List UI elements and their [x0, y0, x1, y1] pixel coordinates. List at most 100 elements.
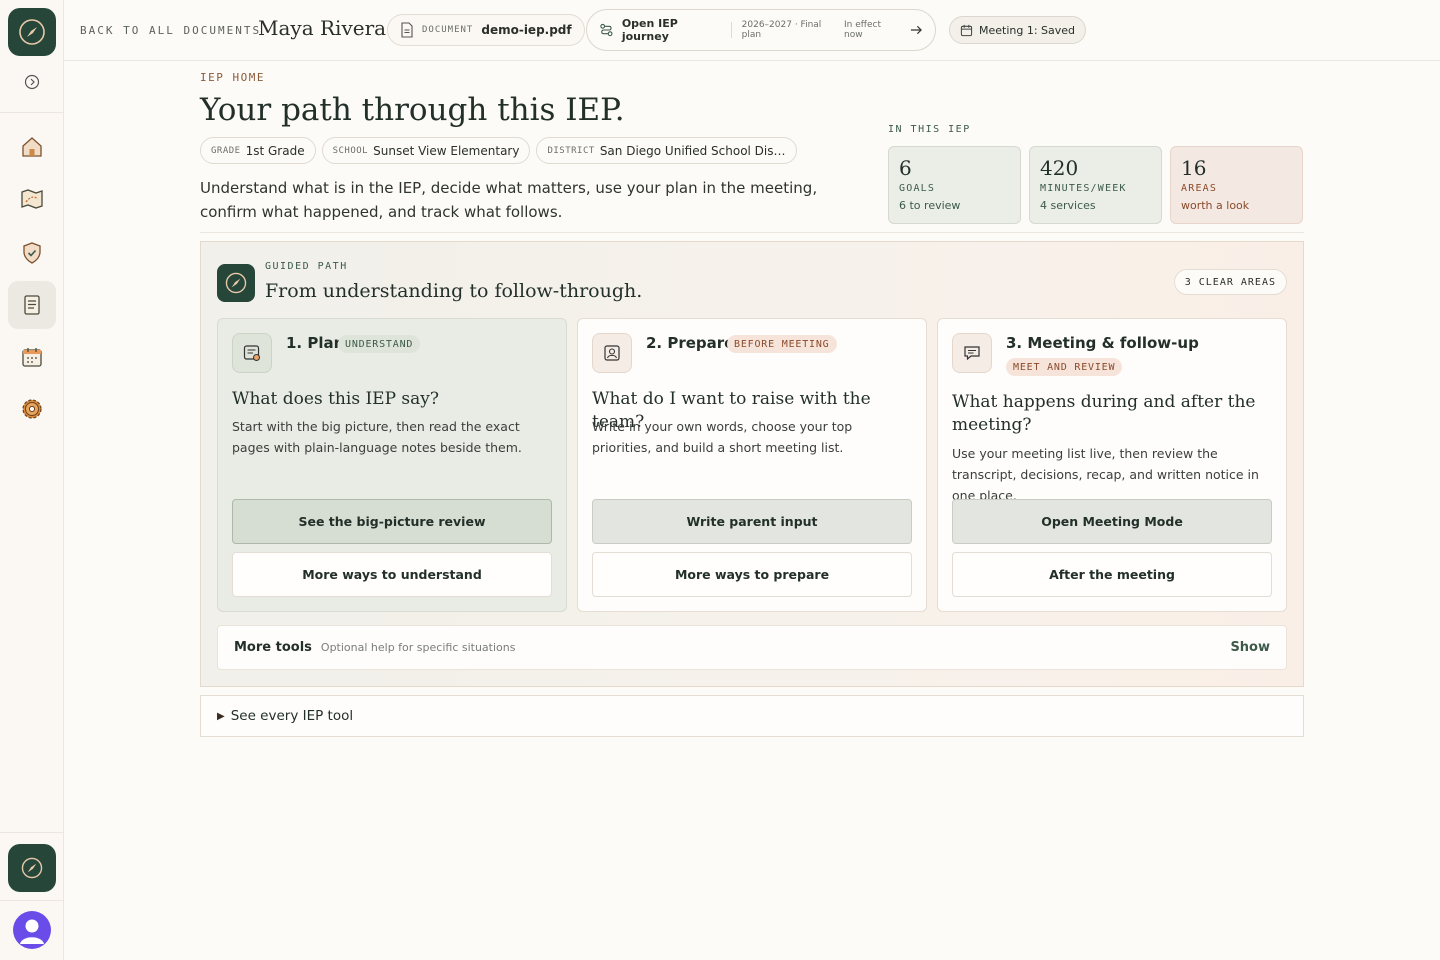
see-every-iep-tool-toggle[interactable]: ▶ See every IEP tool — [200, 695, 1304, 737]
arrow-right-icon — [910, 25, 923, 35]
more-ways-understand-button[interactable]: More ways to understand — [232, 552, 552, 597]
top-bar: BACK TO ALL DOCUMENTS Maya Rivera DOCUME… — [64, 0, 1440, 61]
stat-label: MINUTES/WEEK — [1040, 183, 1127, 194]
rail-divider — [0, 900, 64, 901]
document-key: DOCUMENT — [422, 25, 474, 35]
chip-school: SCHOOL Sunset View Elementary — [321, 137, 531, 164]
guided-eyebrow: GUIDED PATH — [265, 261, 348, 272]
step-title: 1. Plan — [286, 334, 345, 352]
nav-map[interactable] — [8, 175, 56, 223]
avatar[interactable] — [13, 911, 51, 949]
expand-sidebar-icon[interactable] — [24, 74, 40, 90]
step-title: 3. Meeting & follow-up — [1006, 334, 1199, 352]
step-description: Use your meeting list live, then review … — [952, 446, 1259, 503]
page-title: Your path through this IEP. — [200, 92, 625, 128]
stat-number: 16 — [1181, 156, 1207, 180]
document-pill[interactable]: DOCUMENT demo-iep.pdf — [387, 14, 585, 46]
open-iep-journey-button[interactable]: Open IEP journey 2026–2027 · Final plan … — [586, 9, 936, 51]
meeting-icon-box — [952, 333, 992, 373]
compass-logo-button[interactable] — [8, 8, 56, 56]
step-question: What does this IEP say? — [232, 389, 439, 409]
guided-path-panel: GUIDED PATH From understanding to follow… — [200, 241, 1304, 687]
nav-calendar[interactable] — [8, 333, 56, 381]
header-divider — [200, 232, 1304, 233]
chip-key: SCHOOL — [332, 145, 369, 156]
stat-number: 420 — [1040, 156, 1079, 180]
plan-icon-box — [232, 333, 272, 373]
left-rail — [0, 0, 64, 960]
page-eyebrow: IEP HOME — [200, 71, 265, 84]
intro-text: Understand what is in the IEP, decide wh… — [200, 179, 818, 221]
big-picture-review-button[interactable]: See the big-picture review — [232, 499, 552, 544]
compass-icon — [19, 19, 45, 45]
nav-shield[interactable] — [8, 229, 56, 277]
compass-icon — [21, 857, 43, 879]
chat-bubble-icon — [964, 346, 980, 361]
step-description: Start with the big picture, then read th… — [232, 419, 522, 455]
document-icon — [24, 295, 40, 315]
step-description: Write in your own words, choose your top… — [592, 419, 853, 455]
stat-sub: 4 services — [1040, 199, 1096, 212]
see-every-tool-label: See every IEP tool — [230, 708, 354, 724]
student-info-chips: GRADE 1st Grade SCHOOL Sunset View Eleme… — [200, 137, 797, 164]
prepare-icon-box — [592, 333, 632, 373]
document-filename: demo-iep.pdf — [481, 23, 572, 37]
step-tag: MEET AND REVIEW — [1006, 358, 1123, 376]
meeting-status-pill[interactable]: Meeting 1: Saved — [949, 16, 1087, 44]
more-ways-prepare-button[interactable]: More ways to prepare — [592, 552, 912, 597]
more-tools-show-button[interactable]: Show — [1230, 640, 1270, 655]
step-question: What happens during and after the meetin… — [952, 392, 1256, 435]
step-title: 2. Prepare — [646, 334, 735, 352]
stat-label: GOALS — [899, 183, 936, 194]
stat-minutes[interactable]: 420 MINUTES/WEEK 4 services — [1029, 146, 1162, 224]
write-parent-input-button[interactable]: Write parent input — [592, 499, 912, 544]
map-icon — [21, 189, 43, 209]
stat-areas[interactable]: 16 AREAS worth a look — [1170, 146, 1303, 224]
shield-icon — [23, 242, 41, 264]
more-tools-subtitle: Optional help for specific situations — [320, 641, 516, 654]
assistant-button[interactable] — [8, 844, 56, 892]
chip-key: GRADE — [211, 145, 241, 156]
student-name: Maya Rivera — [258, 16, 387, 40]
rail-divider — [0, 112, 64, 113]
gear-icon — [22, 399, 42, 419]
calendar-icon — [960, 24, 973, 36]
more-tools-row[interactable]: More tools Optional help for specific si… — [217, 625, 1287, 670]
chip-key: DISTRICT — [547, 145, 595, 156]
guided-title: From understanding to follow-through. — [265, 280, 643, 302]
chip-grade: GRADE 1st Grade — [200, 137, 316, 164]
open-meeting-mode-button[interactable]: Open Meeting Mode — [952, 499, 1272, 544]
nav-document[interactable] — [8, 281, 56, 329]
clear-areas-badge: 3 CLEAR AREAS — [1173, 269, 1287, 295]
stat-sub: worth a look — [1181, 199, 1250, 212]
journey-status: In effect now — [844, 20, 881, 40]
user-avatar-icon — [20, 919, 44, 944]
stats-label: IN THIS IEP — [888, 124, 971, 135]
journey-year: 2026–2027 · Final plan — [741, 20, 822, 40]
journey-divider — [730, 22, 732, 38]
home-icon — [22, 137, 42, 157]
document-review-icon — [243, 345, 260, 361]
more-tools-title: More tools — [234, 640, 312, 655]
journey-label: Open IEP journey — [621, 17, 678, 43]
compass-icon — [225, 272, 247, 294]
nav-home[interactable] — [8, 123, 56, 171]
stat-number: 6 — [899, 156, 912, 180]
step-tag: UNDERSTAND — [338, 335, 421, 353]
chip-value: San Diego Unified School Dis… — [599, 143, 786, 158]
guided-path-logo — [217, 264, 255, 302]
meeting-status: Meeting 1: Saved — [979, 23, 1076, 37]
chip-value: 1st Grade — [245, 143, 305, 158]
back-to-documents-link[interactable]: BACK TO ALL DOCUMENTS — [80, 24, 261, 37]
nav-settings[interactable] — [8, 385, 56, 433]
stat-sub: 6 to review — [899, 199, 961, 212]
chip-district: DISTRICT San Diego Unified School Dis… — [536, 137, 797, 164]
portrait-icon — [604, 345, 620, 361]
disclosure-triangle-icon: ▶ — [217, 710, 225, 722]
after-the-meeting-button[interactable]: After the meeting — [952, 552, 1272, 597]
stat-goals[interactable]: 6 GOALS 6 to review — [888, 146, 1021, 224]
step-card-prepare: 2. Prepare BEFORE MEETING What do I want… — [577, 318, 927, 612]
file-icon — [401, 22, 413, 38]
step-card-meeting: 3. Meeting & follow-up MEET AND REVIEW W… — [937, 318, 1287, 612]
step-tag: BEFORE MEETING — [727, 335, 837, 353]
